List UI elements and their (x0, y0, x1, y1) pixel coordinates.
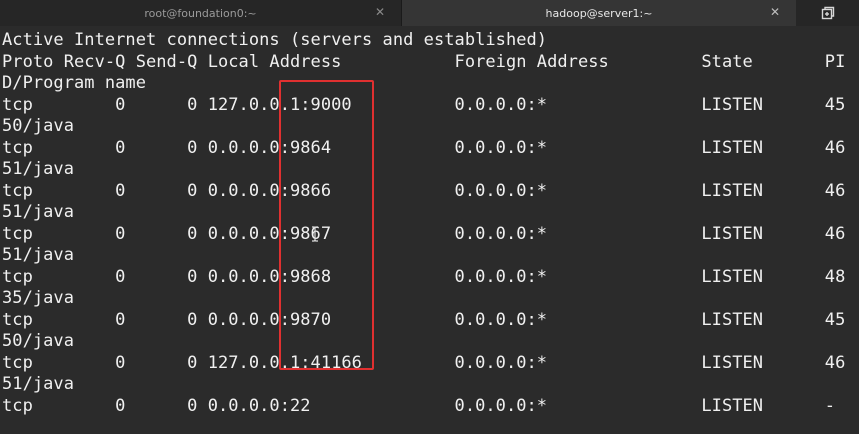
terminal-line: 51/java (2, 245, 74, 265)
tab-label: hadoop@server1:~ (545, 6, 653, 20)
terminal-line: tcp 0 0 0.0.0.0:22 0.0.0.0:* LISTEN - (2, 395, 836, 416)
close-icon[interactable]: ✕ (768, 5, 782, 19)
terminal-line: Proto Recv-Q Send-Q Local Address Foreig… (2, 51, 846, 72)
terminal-output-area[interactable]: Active Internet connections (servers and… (0, 26, 859, 434)
terminal-line: 51/java (2, 202, 74, 222)
new-tab-button[interactable] (815, 3, 841, 23)
tab-actions (796, 0, 859, 26)
terminal-line: tcp 0 0 127.0.0.1:41166 0.0.0.0:* LISTEN… (2, 352, 846, 373)
terminal-line: 51/java (2, 159, 74, 179)
terminal-line: 50/java (2, 116, 74, 136)
terminal-line: tcp 0 0 0.0.0.0:9864 0.0.0.0:* LISTEN 46 (2, 137, 846, 158)
terminal-line: 50/java (2, 331, 74, 351)
terminal-line: D/Program name (2, 73, 146, 93)
terminal-scrollbar[interactable] (853, 26, 859, 434)
tab-root-foundation0[interactable]: root@foundation0:~ ✕ (0, 0, 402, 26)
terminal-window: root@foundation0:~ ✕ hadoop@server1:~ ✕ … (0, 0, 859, 434)
scrollbar-thumb[interactable] (854, 146, 858, 266)
terminal-line: tcp 0 0 127.0.0.1:9000 0.0.0.0:* LISTEN … (2, 94, 846, 115)
tab-hadoop-server1[interactable]: hadoop@server1:~ ✕ (402, 0, 796, 26)
terminal-line: tcp 0 0 0.0.0.0:9866 0.0.0.0:* LISTEN 46 (2, 180, 846, 201)
tab-bar: root@foundation0:~ ✕ hadoop@server1:~ ✕ (0, 0, 859, 27)
tab-label: root@foundation0:~ (144, 6, 257, 20)
new-tab-icon (821, 6, 834, 20)
terminal-line: tcp 0 0 0.0.0.0:9867 0.0.0.0:* LISTEN 46 (2, 223, 846, 244)
terminal-line: 51/java (2, 374, 74, 394)
terminal-line: tcp 0 0 0.0.0.0:9868 0.0.0.0:* LISTEN 48 (2, 266, 846, 287)
terminal-line: tcp 0 0 0.0.0.0:9870 0.0.0.0:* LISTEN 45 (2, 309, 846, 330)
netstat-output: Active Internet connections (servers and… (2, 30, 845, 417)
terminal-line: Active Internet connections (servers and… (2, 30, 548, 50)
terminal-line: 35/java (2, 288, 74, 308)
close-icon[interactable]: ✕ (373, 5, 387, 19)
